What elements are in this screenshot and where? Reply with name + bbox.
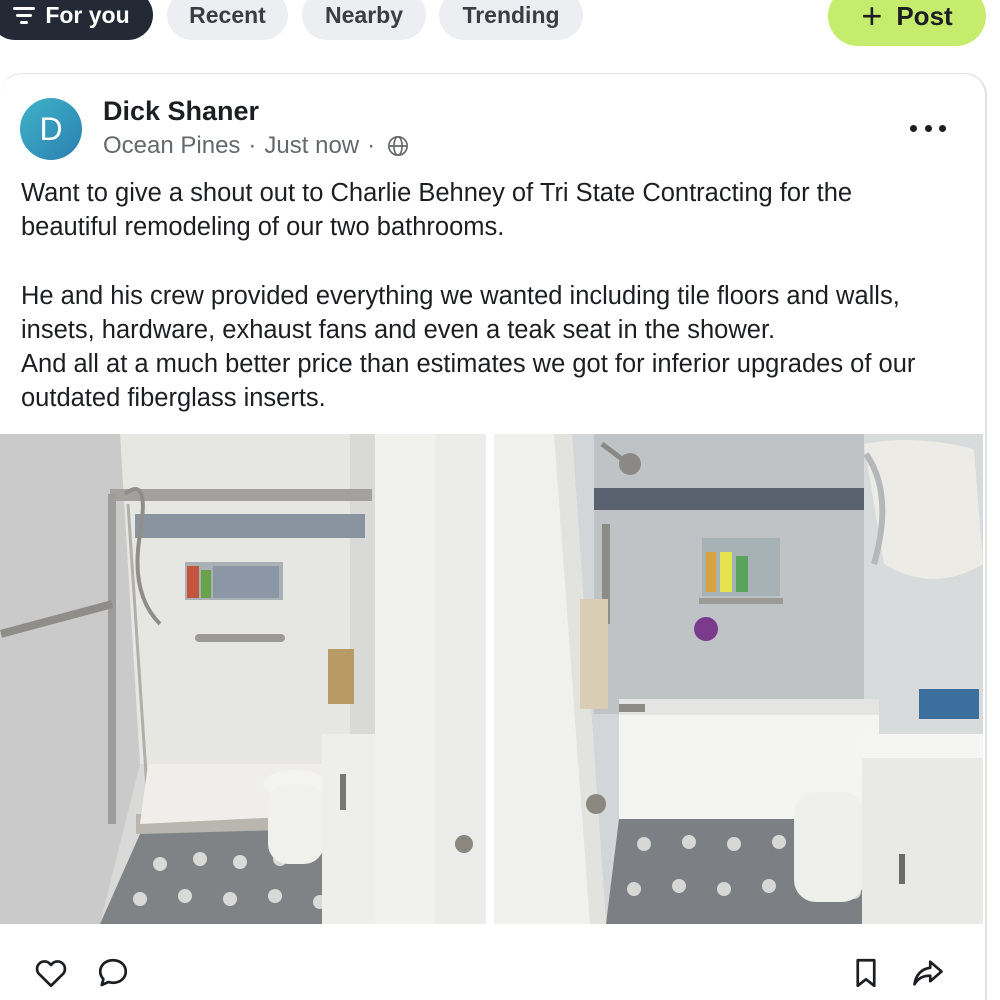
filter-recent-label: Recent (189, 1, 266, 28)
post-text-line: Want to give a shout out to Charlie Behn… (21, 179, 853, 207)
post-photo-shower[interactable] (0, 434, 486, 924)
avatar[interactable]: D (20, 98, 82, 160)
globe-icon (388, 136, 409, 156)
post-body: Want to give a shout out to Charlie Behn… (21, 176, 971, 415)
filter-nearby[interactable]: Nearby (302, 0, 426, 40)
filter-nearby-label: Nearby (325, 1, 403, 28)
meta-separator: · (248, 132, 257, 159)
post-time: Just now (264, 132, 360, 159)
author-name[interactable]: Dick Shaner (103, 96, 259, 127)
filter-trending-label: Trending (462, 1, 560, 28)
comment-icon[interactable] (95, 955, 131, 991)
post-text-line: beautiful remodeling of our two bathroom… (21, 213, 505, 242)
filter-recent[interactable]: Recent (167, 0, 288, 40)
bookmark-icon[interactable] (848, 955, 884, 991)
feed-filter-bar: For you Recent Nearby Trending + Post (0, 0, 1000, 60)
post-text-line: outdated fiberglass inserts. (21, 384, 326, 413)
more-icon[interactable] (910, 116, 946, 140)
avatar-letter: D (39, 110, 63, 147)
plus-icon: + (861, 0, 883, 36)
filter-for-you-label: For you (45, 1, 130, 28)
filter-trending[interactable]: Trending (439, 0, 583, 40)
post-button-label: Post (896, 0, 953, 31)
post-location[interactable]: Ocean Pines (103, 132, 240, 160)
post-meta: Ocean Pines · Just now · (103, 132, 409, 160)
post-text-line: insets, hardware, exhaust fans and even … (21, 315, 776, 344)
post-text-line: And all at a much better price than esti… (21, 350, 916, 378)
post-button[interactable]: + Post (828, 0, 986, 46)
post-text-line: He and his crew provided everything we w… (21, 281, 900, 310)
heart-icon[interactable] (33, 955, 69, 991)
meta-separator: · (367, 132, 376, 159)
filter-for-you[interactable]: For you (0, 0, 153, 40)
share-icon[interactable] (910, 955, 946, 991)
filter-icon (13, 6, 36, 24)
post-photo-bathtub[interactable] (494, 434, 983, 924)
